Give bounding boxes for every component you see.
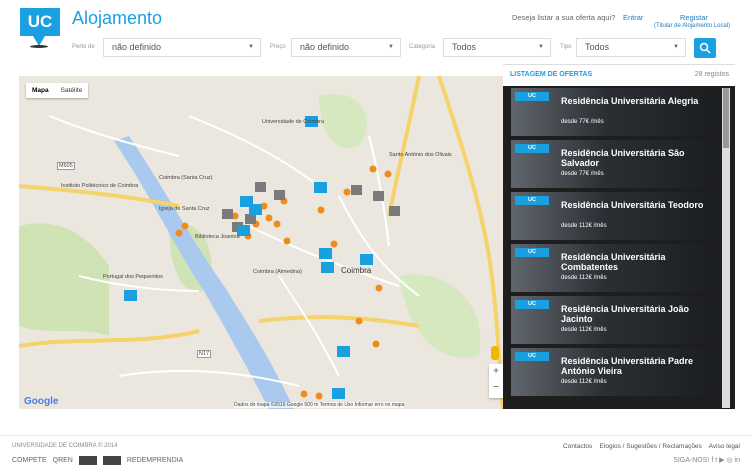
chevron-down-icon: ▼ [388, 44, 394, 50]
chevron-down-icon: ▼ [538, 44, 544, 50]
eu-flag-icon [78, 456, 97, 465]
offers-count: 28 registos [694, 71, 729, 78]
partner-logos: COMPETE QREN REDEMPRENDIA [12, 456, 183, 465]
map-label-pequenitos: Portugal dos Pequenitos [103, 274, 163, 280]
near-value: não definido [112, 42, 162, 52]
category-value: Todos [452, 42, 477, 52]
compete-logo: COMPETE [12, 457, 47, 464]
offer-name: Residência Universitária Teodoro [561, 200, 704, 210]
map-label-instituto: Instituto Politécnico de Coimbra [61, 183, 139, 189]
uc-logo[interactable]: UC [20, 8, 60, 46]
offer-price: desde 112€ /mês [561, 327, 607, 333]
uc-badge: UC [515, 144, 549, 153]
uc-badge: UC [515, 92, 549, 101]
instagram-icon[interactable]: ◎ [726, 457, 732, 464]
qren-logo: QREN [52, 457, 73, 464]
zoom-control: + − [489, 364, 503, 398]
map-attribution: Dados do mapa ©2016 Google 500 m Termos … [234, 402, 405, 408]
offers-panel-header: LISTAGEM DE OFERTAS 28 registos [503, 64, 735, 86]
map-label-n17: N17 [197, 350, 212, 358]
map-label-universidade: Universidade de Coimbra [262, 119, 325, 125]
uc-badge: UC [515, 248, 549, 257]
offer-name: Residência Universitária Padre António V… [561, 356, 694, 376]
tab-map[interactable]: Mapa [26, 83, 55, 98]
price-value: não definido [300, 42, 350, 52]
street-view-pegman[interactable] [491, 346, 499, 360]
offer-name: Residência Universitária João Jacinto [561, 304, 690, 324]
offer-card[interactable]: UC Residência Universitária Alegria desd… [511, 88, 719, 136]
youtube-icon[interactable]: ▶ [719, 457, 724, 464]
offer-price: desde 112€ /mês [561, 275, 607, 281]
map-label-coimbra: Coimbra [341, 266, 372, 275]
offer-price: desde 77€ /mês [561, 171, 604, 177]
offer-card[interactable]: UC Residência Universitária João Jacinto… [511, 296, 719, 344]
scrollbar-thumb[interactable] [723, 88, 729, 148]
linkedin-icon[interactable]: in [735, 457, 740, 464]
category-select[interactable]: Todos ▼ [443, 38, 551, 57]
offer-card[interactable]: UC Residência Universitária Teodoro desd… [511, 192, 719, 240]
offer-card[interactable]: UC Residência Universitária Combatentes … [511, 244, 719, 292]
footer-links: Contactos Elogios / Sugestões / Reclamaç… [563, 443, 740, 450]
offer-price: desde 112€ /mês [561, 379, 607, 385]
header: UC Alojamento Deseja listar a sua oferta… [0, 0, 752, 66]
uc-badge: UC [515, 300, 549, 309]
copyright: UNIVERSIDADE DE COIMBRA © 2014 [12, 443, 118, 449]
search-icon [699, 42, 711, 54]
near-select[interactable]: não definido ▼ [103, 38, 261, 57]
chevron-down-icon: ▼ [673, 44, 679, 50]
near-label: Perto de [72, 44, 95, 50]
map-view[interactable]: Mapa Satélite Universidade de Coimbra Sa… [19, 76, 503, 409]
feedback-link[interactable]: Elogios / Sugestões / Reclamações [600, 443, 702, 450]
price-label: Preço [270, 44, 286, 50]
offer-name: Residência Universitária Combatentes [561, 252, 666, 272]
offers-panel: LISTAGEM DE OFERTAS 28 registos UC Resid… [503, 64, 735, 409]
offer-name: Residência Universitária São Salvador [561, 148, 685, 168]
type-select[interactable]: Todos ▼ [576, 38, 686, 57]
chevron-down-icon: ▼ [248, 44, 254, 50]
offer-card[interactable]: UC Residência Universitária Padre Antóni… [511, 348, 719, 396]
offers-title: LISTAGEM DE OFERTAS [510, 71, 593, 78]
offer-price: desde 112€ /mês [561, 223, 607, 229]
twitter-icon[interactable]: t [715, 457, 717, 464]
contacts-link[interactable]: Contactos [563, 443, 592, 450]
map-type-toggle: Mapa Satélite [26, 83, 89, 98]
map-label-santa-cruz: Coimbra (Santa Cruz) [159, 175, 213, 181]
map-label-biblioteca: Biblioteca Joanina [195, 234, 240, 240]
type-value: Todos [585, 42, 610, 52]
offer-prompt: Deseja listar a sua oferta aqui? [512, 13, 616, 22]
legal-link[interactable]: Aviso legal [709, 443, 740, 450]
map-canvas[interactable] [19, 76, 503, 409]
category-label: Categoria [409, 44, 436, 50]
uc-badge: UC [515, 352, 549, 361]
facebook-icon[interactable]: f [711, 457, 713, 464]
type-label: Tipo [560, 44, 572, 50]
offers-list: UC Residência Universitária Alegria desd… [511, 88, 719, 400]
zoom-out-button[interactable]: − [489, 380, 503, 396]
page-title: Alojamento [72, 8, 163, 28]
map-label-igreja: Igreja de Santa Cruz [159, 206, 210, 212]
register-link[interactable]: Registar [680, 13, 708, 22]
map-label-m605: M605 [57, 162, 75, 170]
offer-price: desde 77€ /mês [561, 119, 604, 125]
tab-satellite[interactable]: Satélite [55, 83, 89, 98]
price-select[interactable]: não definido ▼ [291, 38, 401, 57]
partner-icon [102, 456, 121, 465]
map-label-almedina: Coimbra (Almedina) [253, 269, 302, 275]
map-label-santo-antonio: Santo António dos Olivais [389, 152, 452, 158]
offer-card[interactable]: UC Residência Universitária São Salvador… [511, 140, 719, 188]
register-sublabel: (Titular de Alojamento Local) [654, 23, 731, 29]
google-logo: Google [24, 396, 59, 407]
offers-scrollbar[interactable] [722, 88, 730, 408]
login-link[interactable]: Entrar [623, 13, 643, 22]
logo-shadow [30, 45, 48, 48]
follow-label: SIGA-NOS! [673, 457, 710, 464]
footer: UNIVERSIDADE DE COIMBRA © 2014 Contactos… [0, 435, 752, 471]
offer-name: Residência Universitária Alegria [561, 96, 699, 106]
uc-badge: UC [515, 196, 549, 205]
zoom-in-button[interactable]: + [489, 364, 503, 380]
search-button[interactable] [694, 38, 716, 58]
social-links: SIGA-NOS! f t ▶ ◎ in [673, 456, 740, 464]
redemprendia-logo: REDEMPRENDIA [126, 457, 184, 464]
